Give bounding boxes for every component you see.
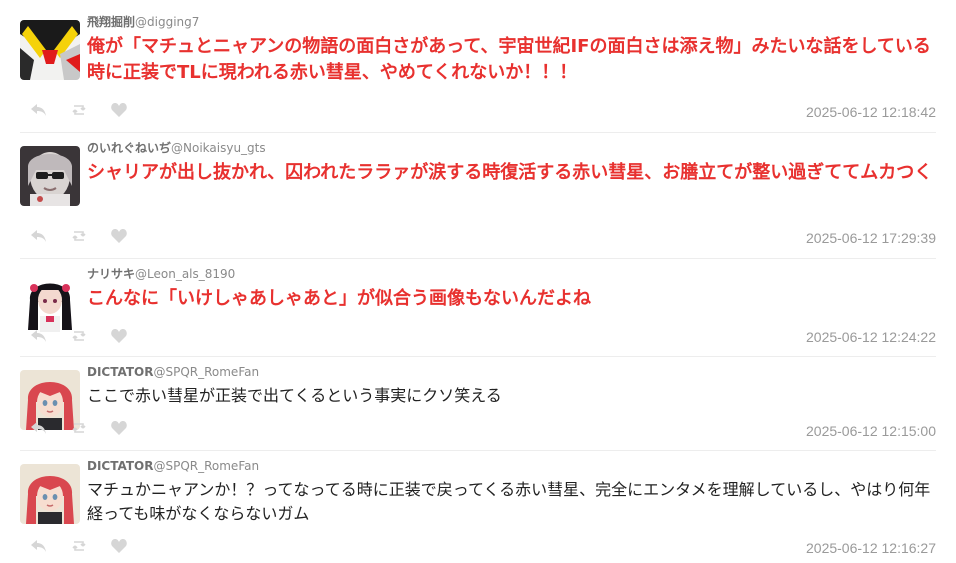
post-item: ナリサキ@Leon_als_8190 こんなに「いけしゃあしゃあと」が似合う画像… [20,266,936,357]
user-handle[interactable]: @SPQR_RomeFan [153,365,259,379]
post-meta: ナリサキ@Leon_als_8190 [87,266,936,282]
heart-icon[interactable] [110,228,128,244]
post-body: 飛翔掘削@digging7 俺が「マチュとニャアンの物語の面白さがあって、宇宙世… [87,14,936,86]
retweet-icon[interactable] [70,228,88,244]
avatar[interactable] [20,20,80,80]
user-handle[interactable]: @Noikaisyu_gts [171,141,266,155]
user-name[interactable]: DICTATOR [87,459,153,473]
reply-icon[interactable] [30,328,48,344]
post-meta: のいれぐねいぢ@Noikaisyu_gts [87,140,936,156]
heart-icon[interactable] [110,328,128,344]
avatar[interactable] [20,272,80,332]
reply-icon[interactable] [30,420,48,436]
reply-feed: 飛翔掘削@digging7 俺が「マチュとニャアンの物語の面白さがあって、宇宙世… [0,0,956,563]
post-item: 飛翔掘削@digging7 俺が「マチュとニャアンの物語の面白さがあって、宇宙世… [20,14,936,133]
user-name[interactable]: のいれぐねいぢ [87,141,171,155]
user-handle[interactable]: @SPQR_RomeFan [153,459,259,473]
post-meta: DICTATOR@SPQR_RomeFan [87,458,936,474]
user-handle[interactable]: @digging7 [135,15,199,29]
post-body: DICTATOR@SPQR_RomeFan マチュかニャアンか！？ってなってる時… [87,458,936,526]
post-timestamp: 2025-06-12 17:29:39 [806,230,936,246]
post-item: DICTATOR@SPQR_RomeFan マチュかニャアンか！？ってなってる時… [20,458,936,563]
sunglasses-avatar-image [20,146,80,206]
retweet-icon[interactable] [70,102,88,118]
post-timestamp: 2025-06-12 12:15:00 [806,423,936,439]
user-name[interactable]: ナリサキ [87,267,135,281]
girl-avatar-image [20,272,80,332]
user-name[interactable]: DICTATOR [87,365,153,379]
post-body: のいれぐねいぢ@Noikaisyu_gts シャリアが出し抜かれ、囚われたララァ… [87,140,936,186]
post-actions [30,538,128,554]
post-item: DICTATOR@SPQR_RomeFan ここで赤い彗星が正装で出てくるという… [20,364,936,451]
post-actions [30,328,128,344]
post-timestamp: 2025-06-12 12:24:22 [806,329,936,345]
avatar[interactable] [20,146,80,206]
reply-icon[interactable] [30,538,48,554]
post-meta: DICTATOR@SPQR_RomeFan [87,364,936,380]
reply-icon[interactable] [30,228,48,244]
retweet-icon[interactable] [70,328,88,344]
post-meta: 飛翔掘削@digging7 [87,14,936,30]
post-actions [30,420,128,436]
heart-icon[interactable] [110,102,128,118]
post-body: ナリサキ@Leon_als_8190 こんなに「いけしゃあしゃあと」が似合う画像… [87,266,936,312]
post-text: こんなに「いけしゃあしゃあと」が似合う画像もないんだよね [87,288,591,309]
retweet-icon[interactable] [70,538,88,554]
post-text: 俺が「マチュとニャアンの物語の面白さがあって、宇宙世紀IFの面白さは添え物」みた… [87,36,931,83]
retweet-icon[interactable] [70,420,88,436]
mecha-avatar-image [20,20,80,80]
post-text: ここで赤い彗星が正装で出てくるという事実にクソ笑える [87,386,502,405]
redhair-avatar-image [20,464,80,524]
reply-icon[interactable] [30,102,48,118]
post-text: シャリアが出し抜かれ、囚われたララァが涙する時復活する赤い彗星、お膳立てが整い過… [87,162,933,183]
post-timestamp: 2025-06-12 12:16:27 [806,540,936,556]
user-name[interactable]: 飛翔掘削 [87,15,135,29]
post-item: のいれぐねいぢ@Noikaisyu_gts シャリアが出し抜かれ、囚われたララァ… [20,140,936,259]
post-text: マチュかニャアンか！？ってなってる時に正装で戻ってくる赤い彗星、完全にエンタメを… [87,480,931,523]
avatar[interactable] [20,464,80,524]
post-actions [30,102,128,118]
heart-icon[interactable] [110,538,128,554]
post-timestamp: 2025-06-12 12:18:42 [806,104,936,120]
post-actions [30,228,128,244]
user-handle[interactable]: @Leon_als_8190 [135,267,235,281]
heart-icon[interactable] [110,420,128,436]
post-body: DICTATOR@SPQR_RomeFan ここで赤い彗星が正装で出てくるという… [87,364,936,408]
